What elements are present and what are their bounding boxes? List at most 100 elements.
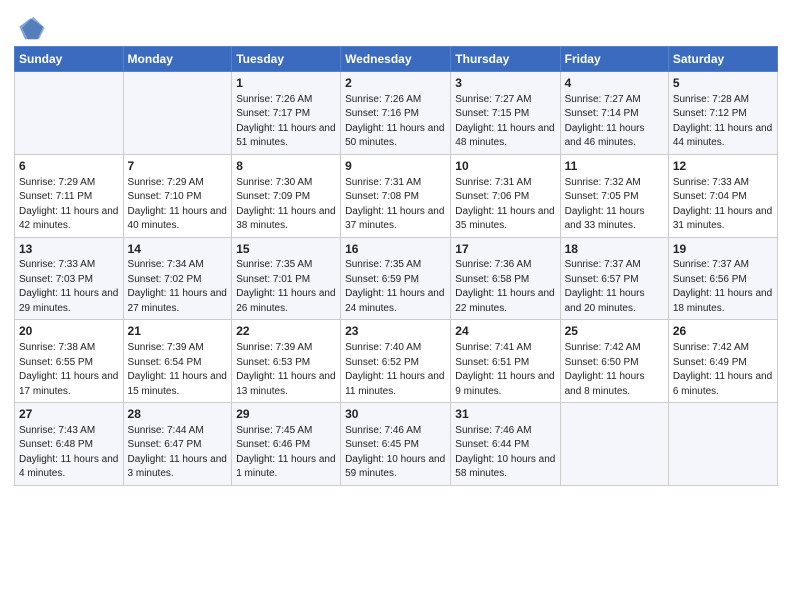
calendar-cell: 21Sunrise: 7:39 AMSunset: 6:54 PMDayligh… xyxy=(123,320,232,403)
cell-content: Sunrise: 7:37 AMSunset: 6:57 PMDaylight:… xyxy=(565,258,664,316)
calendar-cell xyxy=(15,72,124,155)
calendar-cell: 6Sunrise: 7:29 AMSunset: 7:11 PMDaylight… xyxy=(15,154,124,237)
day-number: 26 xyxy=(673,323,773,340)
cell-content: Sunrise: 7:35 AMSunset: 6:59 PMDaylight:… xyxy=(345,258,446,316)
cell-content: Sunrise: 7:32 AMSunset: 7:05 PMDaylight:… xyxy=(565,176,664,234)
weekday-header: Thursday xyxy=(451,47,560,72)
cell-content: Sunrise: 7:33 AMSunset: 7:04 PMDaylight:… xyxy=(673,176,773,234)
cell-content: Sunrise: 7:44 AMSunset: 6:47 PMDaylight:… xyxy=(128,424,228,482)
weekday-header: Monday xyxy=(123,47,232,72)
day-number: 21 xyxy=(128,323,228,340)
day-number: 28 xyxy=(128,406,228,423)
day-number: 13 xyxy=(19,241,119,258)
calendar-cell: 11Sunrise: 7:32 AMSunset: 7:05 PMDayligh… xyxy=(560,154,668,237)
day-number: 14 xyxy=(128,241,228,258)
cell-content: Sunrise: 7:46 AMSunset: 6:45 PMDaylight:… xyxy=(345,424,446,482)
calendar-cell: 29Sunrise: 7:45 AMSunset: 6:46 PMDayligh… xyxy=(232,403,341,486)
day-number: 29 xyxy=(236,406,336,423)
calendar-cell: 16Sunrise: 7:35 AMSunset: 6:59 PMDayligh… xyxy=(341,237,451,320)
cell-content: Sunrise: 7:29 AMSunset: 7:11 PMDaylight:… xyxy=(19,176,119,234)
calendar-cell: 17Sunrise: 7:36 AMSunset: 6:58 PMDayligh… xyxy=(451,237,560,320)
day-number: 30 xyxy=(345,406,446,423)
calendar-cell: 4Sunrise: 7:27 AMSunset: 7:14 PMDaylight… xyxy=(560,72,668,155)
cell-content: Sunrise: 7:34 AMSunset: 7:02 PMDaylight:… xyxy=(128,258,228,316)
calendar-cell: 10Sunrise: 7:31 AMSunset: 7:06 PMDayligh… xyxy=(451,154,560,237)
day-number: 1 xyxy=(236,75,336,92)
day-number: 3 xyxy=(455,75,555,92)
cell-content: Sunrise: 7:41 AMSunset: 6:51 PMDaylight:… xyxy=(455,341,555,399)
calendar-cell: 23Sunrise: 7:40 AMSunset: 6:52 PMDayligh… xyxy=(341,320,451,403)
weekday-header: Friday xyxy=(560,47,668,72)
calendar-cell: 22Sunrise: 7:39 AMSunset: 6:53 PMDayligh… xyxy=(232,320,341,403)
cell-content: Sunrise: 7:29 AMSunset: 7:10 PMDaylight:… xyxy=(128,176,228,234)
calendar-table: SundayMondayTuesdayWednesdayThursdayFrid… xyxy=(14,46,778,486)
calendar-cell: 2Sunrise: 7:26 AMSunset: 7:16 PMDaylight… xyxy=(341,72,451,155)
day-number: 20 xyxy=(19,323,119,340)
cell-content: Sunrise: 7:46 AMSunset: 6:44 PMDaylight:… xyxy=(455,424,555,482)
day-number: 6 xyxy=(19,158,119,175)
day-number: 12 xyxy=(673,158,773,175)
day-number: 17 xyxy=(455,241,555,258)
cell-content: Sunrise: 7:30 AMSunset: 7:09 PMDaylight:… xyxy=(236,176,336,234)
calendar-cell: 31Sunrise: 7:46 AMSunset: 6:44 PMDayligh… xyxy=(451,403,560,486)
day-number: 15 xyxy=(236,241,336,258)
day-number: 31 xyxy=(455,406,555,423)
cell-content: Sunrise: 7:39 AMSunset: 6:53 PMDaylight:… xyxy=(236,341,336,399)
day-number: 10 xyxy=(455,158,555,175)
calendar-cell: 25Sunrise: 7:42 AMSunset: 6:50 PMDayligh… xyxy=(560,320,668,403)
weekday-header: Sunday xyxy=(15,47,124,72)
calendar-row: 27Sunrise: 7:43 AMSunset: 6:48 PMDayligh… xyxy=(15,403,778,486)
day-number: 2 xyxy=(345,75,446,92)
cell-content: Sunrise: 7:35 AMSunset: 7:01 PMDaylight:… xyxy=(236,258,336,316)
cell-content: Sunrise: 7:43 AMSunset: 6:48 PMDaylight:… xyxy=(19,424,119,482)
logo xyxy=(14,14,46,42)
cell-content: Sunrise: 7:38 AMSunset: 6:55 PMDaylight:… xyxy=(19,341,119,399)
calendar-cell: 3Sunrise: 7:27 AMSunset: 7:15 PMDaylight… xyxy=(451,72,560,155)
calendar-cell: 19Sunrise: 7:37 AMSunset: 6:56 PMDayligh… xyxy=(668,237,777,320)
weekday-header: Tuesday xyxy=(232,47,341,72)
day-number: 18 xyxy=(565,241,664,258)
calendar-cell: 26Sunrise: 7:42 AMSunset: 6:49 PMDayligh… xyxy=(668,320,777,403)
cell-content: Sunrise: 7:39 AMSunset: 6:54 PMDaylight:… xyxy=(128,341,228,399)
calendar-cell xyxy=(123,72,232,155)
day-number: 5 xyxy=(673,75,773,92)
calendar-cell: 13Sunrise: 7:33 AMSunset: 7:03 PMDayligh… xyxy=(15,237,124,320)
calendar-cell: 1Sunrise: 7:26 AMSunset: 7:17 PMDaylight… xyxy=(232,72,341,155)
cell-content: Sunrise: 7:33 AMSunset: 7:03 PMDaylight:… xyxy=(19,258,119,316)
day-number: 8 xyxy=(236,158,336,175)
weekday-header: Wednesday xyxy=(341,47,451,72)
calendar-header-row: SundayMondayTuesdayWednesdayThursdayFrid… xyxy=(15,47,778,72)
calendar-cell xyxy=(668,403,777,486)
calendar-row: 6Sunrise: 7:29 AMSunset: 7:11 PMDaylight… xyxy=(15,154,778,237)
cell-content: Sunrise: 7:36 AMSunset: 6:58 PMDaylight:… xyxy=(455,258,555,316)
day-number: 4 xyxy=(565,75,664,92)
calendar-cell: 30Sunrise: 7:46 AMSunset: 6:45 PMDayligh… xyxy=(341,403,451,486)
logo-icon xyxy=(18,14,46,42)
cell-content: Sunrise: 7:31 AMSunset: 7:08 PMDaylight:… xyxy=(345,176,446,234)
cell-content: Sunrise: 7:42 AMSunset: 6:49 PMDaylight:… xyxy=(673,341,773,399)
day-number: 19 xyxy=(673,241,773,258)
calendar-cell: 9Sunrise: 7:31 AMSunset: 7:08 PMDaylight… xyxy=(341,154,451,237)
cell-content: Sunrise: 7:27 AMSunset: 7:15 PMDaylight:… xyxy=(455,93,555,151)
calendar-cell: 12Sunrise: 7:33 AMSunset: 7:04 PMDayligh… xyxy=(668,154,777,237)
calendar-cell: 14Sunrise: 7:34 AMSunset: 7:02 PMDayligh… xyxy=(123,237,232,320)
calendar-cell: 18Sunrise: 7:37 AMSunset: 6:57 PMDayligh… xyxy=(560,237,668,320)
weekday-header: Saturday xyxy=(668,47,777,72)
calendar-row: 20Sunrise: 7:38 AMSunset: 6:55 PMDayligh… xyxy=(15,320,778,403)
calendar-row: 1Sunrise: 7:26 AMSunset: 7:17 PMDaylight… xyxy=(15,72,778,155)
day-number: 7 xyxy=(128,158,228,175)
calendar-cell: 15Sunrise: 7:35 AMSunset: 7:01 PMDayligh… xyxy=(232,237,341,320)
calendar-cell: 7Sunrise: 7:29 AMSunset: 7:10 PMDaylight… xyxy=(123,154,232,237)
day-number: 24 xyxy=(455,323,555,340)
calendar-cell: 20Sunrise: 7:38 AMSunset: 6:55 PMDayligh… xyxy=(15,320,124,403)
day-number: 22 xyxy=(236,323,336,340)
cell-content: Sunrise: 7:31 AMSunset: 7:06 PMDaylight:… xyxy=(455,176,555,234)
calendar-cell xyxy=(560,403,668,486)
calendar-cell: 27Sunrise: 7:43 AMSunset: 6:48 PMDayligh… xyxy=(15,403,124,486)
cell-content: Sunrise: 7:42 AMSunset: 6:50 PMDaylight:… xyxy=(565,341,664,399)
cell-content: Sunrise: 7:26 AMSunset: 7:17 PMDaylight:… xyxy=(236,93,336,151)
page: SundayMondayTuesdayWednesdayThursdayFrid… xyxy=(0,0,792,612)
day-number: 16 xyxy=(345,241,446,258)
day-number: 11 xyxy=(565,158,664,175)
calendar-row: 13Sunrise: 7:33 AMSunset: 7:03 PMDayligh… xyxy=(15,237,778,320)
